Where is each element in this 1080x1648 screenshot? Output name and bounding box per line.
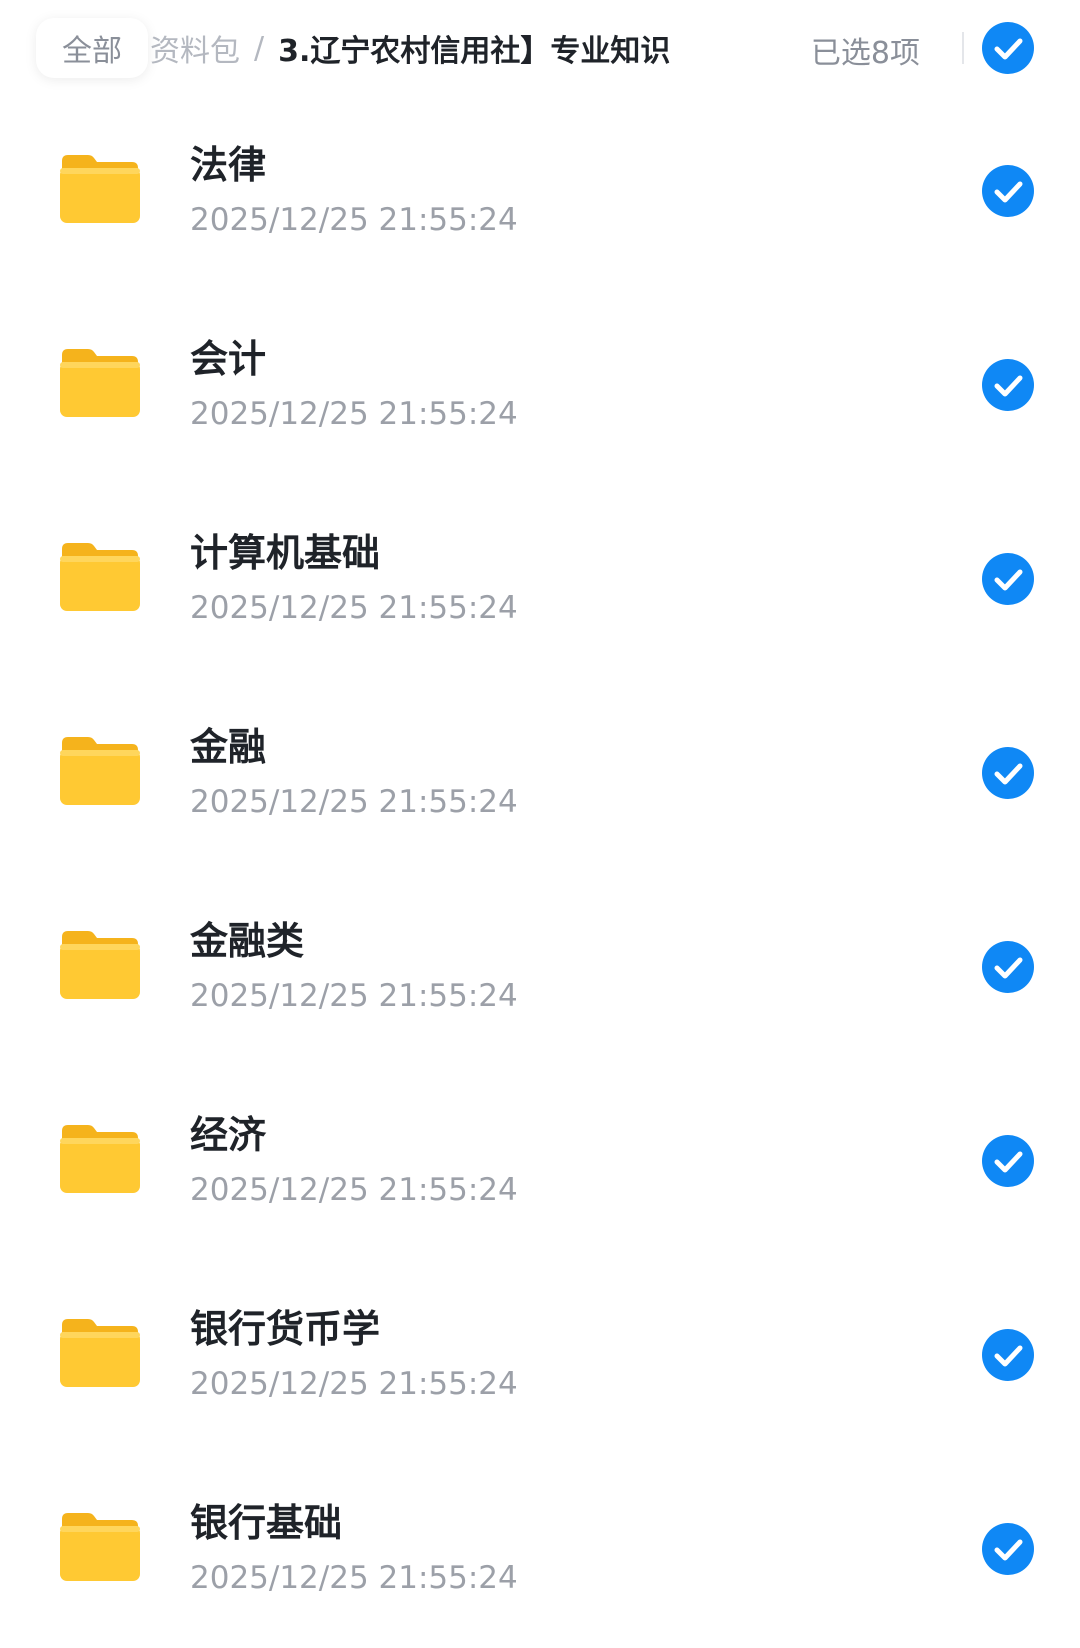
checkmark-icon — [994, 181, 1023, 203]
breadcrumb-separator: / — [254, 30, 265, 66]
list-item[interactable]: 会计 2025/12/25 21:55:24 — [0, 290, 1080, 484]
item-checkbox[interactable] — [982, 165, 1034, 217]
item-name: 计算机基础 — [190, 531, 381, 575]
list-item[interactable]: 法律 2025/12/25 21:55:24 — [0, 96, 1080, 290]
folder-icon — [60, 1319, 140, 1387]
header-divider — [962, 32, 964, 64]
folder-icon — [60, 1513, 140, 1581]
file-list: 法律 2025/12/25 21:55:24 会计 2025/12/25 21:… — [0, 96, 1080, 1648]
checkmark-icon — [994, 375, 1023, 397]
list-item[interactable]: 计算机基础 2025/12/25 21:55:24 — [0, 484, 1080, 678]
item-modified-time: 2025/12/25 21:55:24 — [190, 1366, 518, 1402]
item-modified-time: 2025/12/25 21:55:24 — [190, 1560, 518, 1596]
item-modified-time: 2025/12/25 21:55:24 — [190, 1172, 518, 1208]
folder-icon — [60, 349, 140, 417]
breadcrumb-root-button[interactable]: 全部 — [36, 18, 148, 78]
list-item[interactable]: 金融类 2025/12/25 21:55:24 — [0, 872, 1080, 1066]
select-all-checkbox[interactable] — [982, 22, 1034, 74]
checkmark-icon — [994, 569, 1023, 591]
list-item[interactable]: 银行货币学 2025/12/25 21:55:24 — [0, 1260, 1080, 1454]
item-modified-time: 2025/12/25 21:55:24 — [190, 396, 518, 432]
item-name: 经济 — [190, 1113, 267, 1157]
folder-icon — [60, 931, 140, 999]
item-checkbox[interactable] — [982, 747, 1034, 799]
checkmark-icon — [994, 763, 1023, 785]
folder-icon — [60, 1125, 140, 1193]
breadcrumb: 资料包 / 3.辽宁农村信用社】专业知识 — [150, 26, 700, 70]
list-item[interactable]: 经济 2025/12/25 21:55:24 — [0, 1066, 1080, 1260]
breadcrumb-prev-folder[interactable]: 资料包 — [150, 26, 240, 70]
item-name: 金融 — [190, 725, 267, 769]
list-item[interactable]: 金融 2025/12/25 21:55:24 — [0, 678, 1080, 872]
item-checkbox[interactable] — [982, 1329, 1034, 1381]
folder-icon — [60, 737, 140, 805]
item-checkbox[interactable] — [982, 359, 1034, 411]
item-name: 银行基础 — [190, 1501, 343, 1545]
breadcrumb-current-folder: 3.辽宁农村信用社】专业知识 — [278, 34, 671, 69]
item-name: 金融类 — [190, 919, 305, 963]
folder-icon — [60, 543, 140, 611]
item-modified-time: 2025/12/25 21:55:24 — [190, 978, 518, 1014]
list-item[interactable]: 银行基础 2025/12/25 21:55:24 — [0, 1454, 1080, 1648]
item-checkbox[interactable] — [982, 941, 1034, 993]
header-bar: 全部 资料包 / 3.辽宁农村信用社】专业知识 已选8项 — [0, 0, 1080, 96]
item-modified-time: 2025/12/25 21:55:24 — [190, 784, 518, 820]
item-modified-time: 2025/12/25 21:55:24 — [190, 202, 518, 238]
checkmark-icon — [994, 1345, 1023, 1367]
checkmark-icon — [994, 1539, 1023, 1561]
checkmark-icon — [994, 1151, 1023, 1173]
checkmark-icon — [994, 957, 1023, 979]
checkmark-icon — [994, 38, 1023, 60]
selected-count-label: 已选8项 — [810, 36, 920, 71]
folder-icon — [60, 155, 140, 223]
item-modified-time: 2025/12/25 21:55:24 — [190, 590, 518, 626]
item-name: 银行货币学 — [190, 1307, 381, 1351]
item-checkbox[interactable] — [982, 1523, 1034, 1575]
item-checkbox[interactable] — [982, 553, 1034, 605]
item-name: 法律 — [190, 143, 267, 187]
item-checkbox[interactable] — [982, 1135, 1034, 1187]
item-name: 会计 — [190, 337, 267, 381]
